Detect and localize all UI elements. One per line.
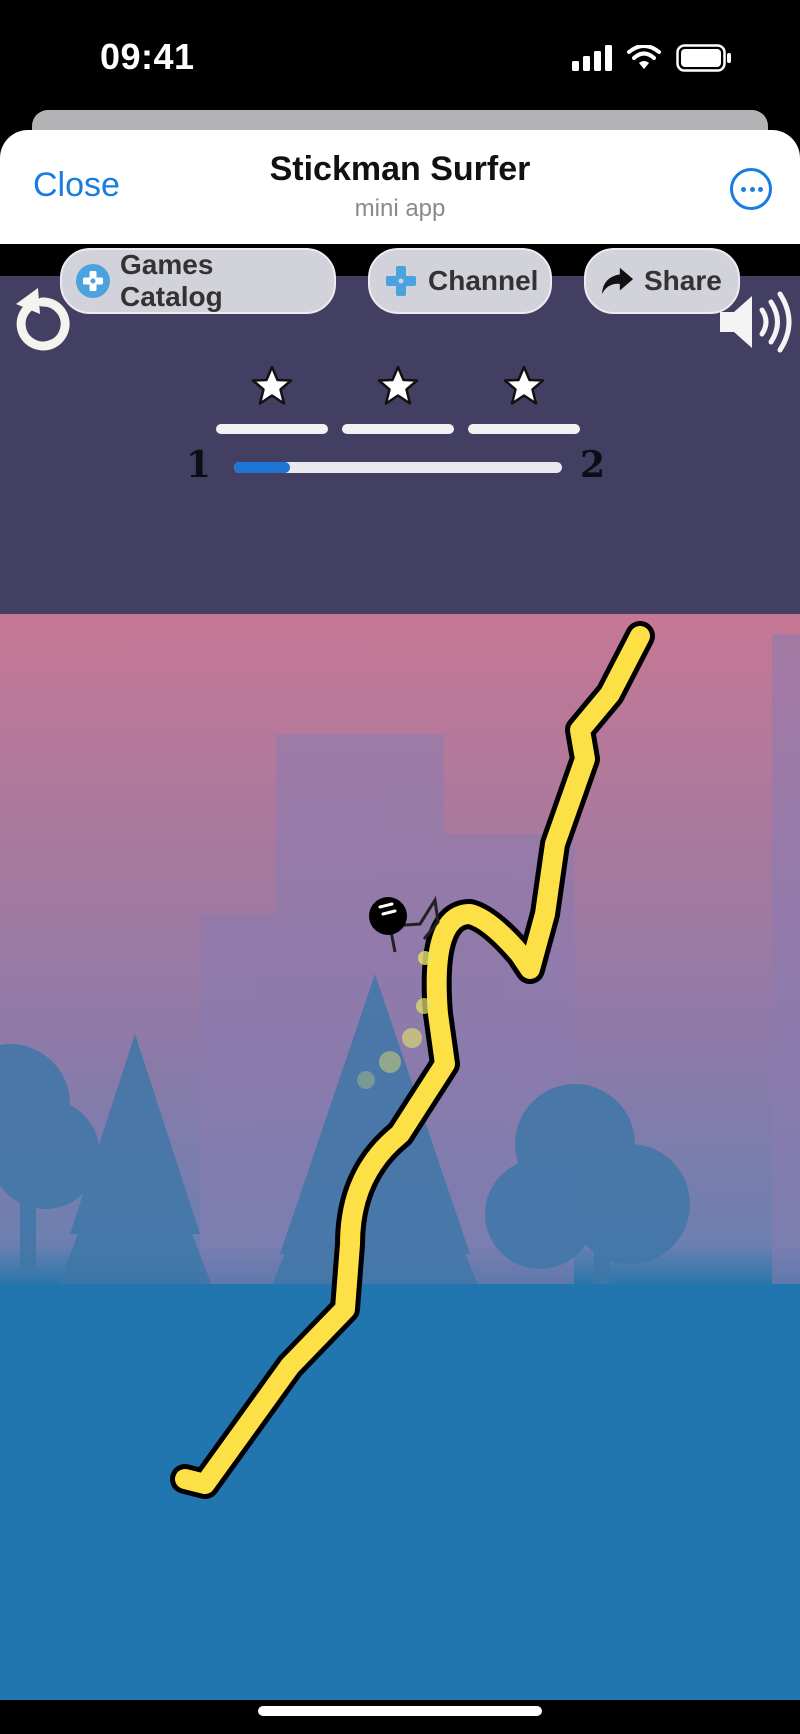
mini-app-header: Close Stickman Surfer mini app	[0, 130, 800, 244]
more-dot	[758, 187, 763, 192]
current-level: 1	[186, 444, 212, 486]
level-progress-bar	[234, 462, 562, 473]
more-dot	[741, 187, 746, 192]
home-indicator	[258, 1706, 542, 1716]
status-icons	[572, 44, 732, 72]
share-label: Share	[644, 265, 722, 296]
game-scene[interactable]	[0, 614, 800, 1700]
status-bar: 09:41	[0, 0, 800, 120]
star-icon	[377, 365, 419, 405]
channel-gamepad-icon	[384, 264, 418, 298]
level-progress-fill	[234, 462, 290, 473]
star-icon	[251, 365, 293, 405]
next-level: 2	[580, 444, 606, 486]
star-icon	[503, 365, 545, 405]
more-dot	[749, 187, 755, 192]
signal-icon	[572, 45, 612, 71]
title-block: Stickman Surfer mini app	[0, 150, 800, 223]
wifi-icon	[627, 45, 661, 69]
channel-button[interactable]: Channel	[368, 248, 552, 314]
star-progress-bar	[342, 424, 454, 434]
share-arrow-icon	[600, 264, 634, 298]
app-title: Stickman Surfer	[269, 150, 531, 188]
speaker-icon[interactable]	[718, 290, 798, 354]
game-area[interactable]: Games Catalog Channel Share 1 2	[0, 244, 800, 1700]
battery-icon	[676, 44, 731, 72]
games-catalog-button[interactable]: Games Catalog	[60, 248, 336, 314]
gamepad-icon	[76, 264, 110, 298]
water	[0, 1284, 800, 1700]
star-progress-bar	[468, 424, 580, 434]
channel-label: Channel	[428, 265, 539, 296]
more-icon[interactable]	[730, 168, 772, 210]
games-catalog-label: Games Catalog	[120, 249, 223, 312]
star-progress-bar	[216, 424, 328, 434]
replay-icon[interactable]	[12, 284, 74, 354]
app-subtitle: mini app	[354, 195, 446, 222]
status-time: 09:41	[100, 36, 195, 77]
share-button[interactable]: Share	[584, 248, 740, 314]
